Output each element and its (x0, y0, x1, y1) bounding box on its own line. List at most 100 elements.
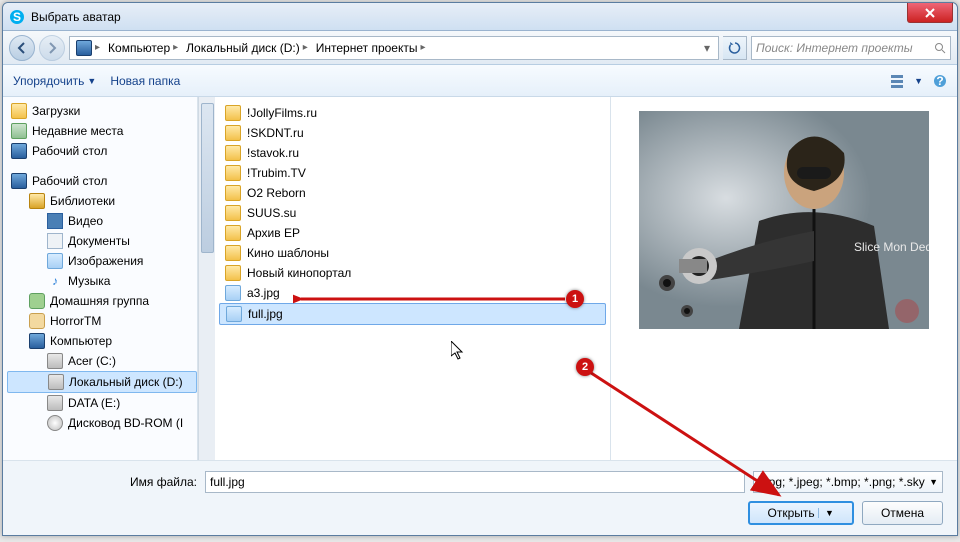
tree-item[interactable]: Компьютер (7, 331, 197, 351)
navigation-tree: Загрузки Недавние места Рабочий стол Рабочи… (3, 97, 198, 460)
tree-item[interactable]: Недавние места (7, 121, 197, 141)
open-button[interactable]: Открыть ▼ (748, 501, 854, 525)
tree-item-label: Загрузки (32, 104, 80, 118)
file-item[interactable]: !SKDNT.ru (219, 123, 606, 143)
file-list: !JollyFilms.ru !SKDNT.ru !stavok.ru !Trubim… (215, 97, 610, 460)
file-item-label: !SKDNT.ru (247, 126, 304, 140)
tree-item[interactable]: Локальный диск (D:) (7, 371, 197, 393)
tree-item-label: Компьютер (50, 334, 112, 348)
preview-image: Slice Mon Deαɢle (639, 111, 929, 329)
tree-item-label: Рабочий стол (32, 174, 107, 188)
tree-item-label: Музыка (68, 274, 110, 288)
tree-item[interactable]: Загрузки (7, 101, 197, 121)
file-item[interactable]: !stavok.ru (219, 143, 606, 163)
callout-marker-2: 2 (576, 358, 594, 376)
file-item-label: O2 Reborn (247, 186, 306, 200)
tree-item-label: Домашняя группа (50, 294, 149, 308)
close-button[interactable] (907, 3, 953, 23)
tree-item-label: Документы (68, 234, 130, 248)
window-title: Выбрать аватар (31, 10, 121, 24)
file-item-label: SUUS.su (247, 206, 296, 220)
tree-item-label: Acer (C:) (68, 354, 116, 368)
sidebar-scrollbar[interactable] (198, 97, 215, 460)
tree-item-label: Изображения (68, 254, 143, 268)
tree-item[interactable]: ♪Музыка (7, 271, 197, 291)
tree-item[interactable]: Изображения (7, 251, 197, 271)
new-folder-button[interactable]: Новая папка (110, 74, 180, 88)
tree-item-label: Недавние места (32, 124, 123, 138)
file-item-label: Кино шаблоны (247, 246, 329, 260)
svg-text:S: S (13, 10, 21, 24)
refresh-icon (728, 41, 742, 55)
file-item[interactable]: full.jpg (219, 303, 606, 325)
search-placeholder: Поиск: Интернет проекты (756, 41, 913, 55)
search-icon (934, 42, 946, 54)
tree-item-label: Дисковод BD-ROM (I (68, 416, 183, 430)
tree-item-label: Рабочий стол (32, 144, 107, 158)
titlebar: S Выбрать аватар (3, 3, 957, 31)
file-item-label: !JollyFilms.ru (247, 106, 317, 120)
file-item[interactable]: Новый кинопортал (219, 263, 606, 283)
help-button[interactable]: ? (933, 74, 947, 88)
breadcrumb-dropdown[interactable]: ▾ (698, 41, 716, 55)
tree-item-label: Библиотеки (50, 194, 115, 208)
breadcrumb-item[interactable]: Интернет проекты▸ (312, 37, 430, 59)
skype-icon: S (9, 9, 25, 25)
cursor-icon (451, 341, 465, 361)
tree-item-label: HorrorTM (50, 314, 101, 328)
tree-item-label: DATA (E:) (68, 396, 120, 410)
file-item[interactable]: a3.jpg (219, 283, 606, 303)
file-item-label: full.jpg (248, 307, 283, 321)
tree-item[interactable]: Рабочий стол (7, 141, 197, 161)
dialog-body: Загрузки Недавние места Рабочий стол Рабочи… (3, 97, 957, 460)
view-options-button[interactable]: ▼ (891, 74, 923, 88)
close-icon (925, 8, 935, 18)
file-item[interactable]: Кино шаблоны (219, 243, 606, 263)
breadcrumb-computer-icon[interactable]: ▸ (72, 37, 104, 59)
file-item[interactable]: SUUS.su (219, 203, 606, 223)
arrow-left-icon (16, 42, 28, 54)
tree-item[interactable]: Библиотеки (7, 191, 197, 211)
tree-item[interactable]: Домашняя группа (7, 291, 197, 311)
tree-item[interactable]: HorrorTM (7, 311, 197, 331)
navigation-bar: ▸ Компьютер▸ Локальный диск (D:)▸ Интерн… (3, 31, 957, 65)
view-icon (891, 74, 911, 88)
search-input[interactable]: Поиск: Интернет проекты (751, 36, 951, 60)
filename-input[interactable] (205, 471, 745, 493)
file-item[interactable]: !Trubim.TV (219, 163, 606, 183)
file-item[interactable]: O2 Reborn (219, 183, 606, 203)
tree-item[interactable]: Рабочий стол (7, 171, 197, 191)
tree-item[interactable]: Видео (7, 211, 197, 231)
tree-item[interactable]: Дисковод BD-ROM (I (7, 413, 197, 433)
breadcrumb-item[interactable]: Локальный диск (D:)▸ (182, 37, 312, 59)
tree-item[interactable]: Acer (C:) (7, 351, 197, 371)
file-item-label: Новый кинопортал (247, 266, 351, 280)
file-item-label: a3.jpg (247, 286, 280, 300)
tree-item-label: Локальный диск (D:) (69, 375, 183, 389)
filename-label: Имя файла: (17, 475, 197, 489)
preview-overlay-text: Slice Mon Deαɢle (854, 240, 929, 254)
toolbar: Упорядочить ▼ Новая папка ▼ ? (3, 65, 957, 97)
tree-item-label: Видео (68, 214, 103, 228)
callout-marker-1: 1 (566, 290, 584, 308)
file-item-label: !Trubim.TV (247, 166, 306, 180)
file-item-label: Архив ЕР (247, 226, 300, 240)
file-item[interactable]: Архив ЕР (219, 223, 606, 243)
breadcrumb-bar[interactable]: ▸ Компьютер▸ Локальный диск (D:)▸ Интерн… (69, 36, 719, 60)
filetype-filter[interactable]: *.jpg; *.jpeg; *.bmp; *.png; *.sky▼ (753, 471, 943, 493)
preview-pane: Slice Mon Deαɢle (610, 97, 957, 460)
nav-forward-button[interactable] (39, 35, 65, 61)
nav-back-button[interactable] (9, 35, 35, 61)
dialog-footer: Имя файла: *.jpg; *.jpeg; *.bmp; *.png; … (3, 460, 957, 535)
organize-button[interactable]: Упорядочить ▼ (13, 74, 96, 88)
file-item[interactable]: !JollyFilms.ru (219, 103, 606, 123)
tree-item[interactable]: DATA (E:) (7, 393, 197, 413)
cancel-button[interactable]: Отмена (862, 501, 943, 525)
file-item-label: !stavok.ru (247, 146, 299, 160)
help-icon: ? (933, 74, 947, 88)
tree-item[interactable]: Документы (7, 231, 197, 251)
breadcrumb-item[interactable]: Компьютер▸ (104, 37, 182, 59)
arrow-right-icon (46, 42, 58, 54)
refresh-button[interactable] (723, 36, 747, 60)
svg-text:?: ? (936, 74, 943, 88)
